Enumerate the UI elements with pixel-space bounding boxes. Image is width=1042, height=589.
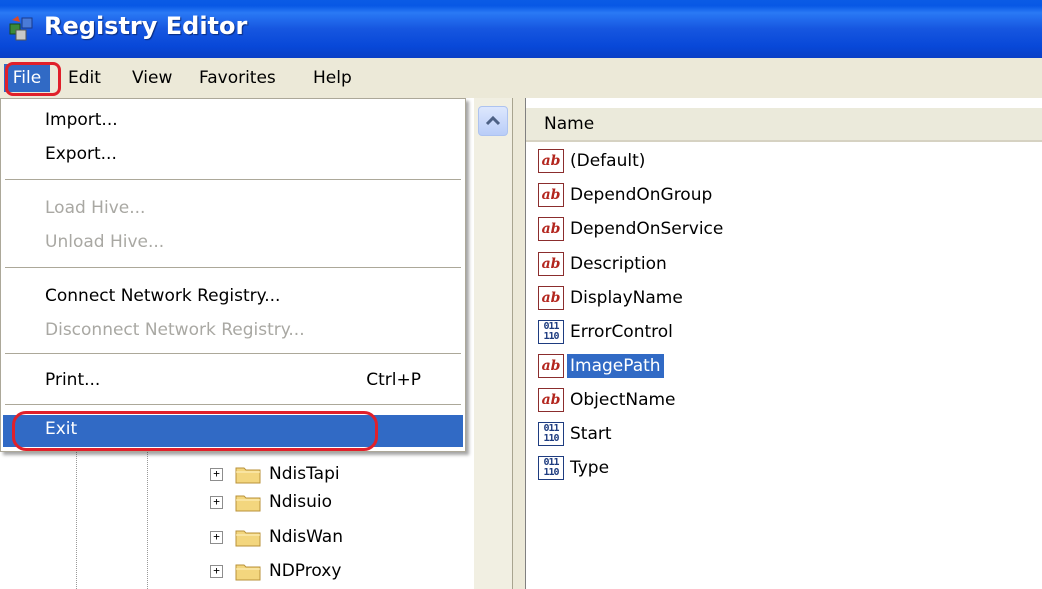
pane-splitter[interactable] <box>512 98 526 589</box>
tree-item-label: NdisWan <box>269 527 344 547</box>
list-item[interactable]: 011 110 Type <box>538 453 612 483</box>
tree-scrollbar[interactable] <box>474 98 512 589</box>
menu-item-export[interactable]: Export... <box>45 139 117 169</box>
menu-item-unload-hive: Unload Hive... <box>45 232 165 252</box>
tree-item-label: NDProxy <box>269 561 342 581</box>
value-name: ErrorControl <box>570 322 673 342</box>
title-bar: Registry Editor <box>0 0 1042 58</box>
file-menu-highlight-ring <box>5 62 61 96</box>
list-item-selected[interactable]: ab ImagePath <box>538 351 664 381</box>
string-value-icon: ab <box>538 183 564 207</box>
tree-item[interactable]: + NdisWan <box>210 523 343 551</box>
binary-value-icon: 011 110 <box>538 320 564 344</box>
value-name: DependOnGroup <box>570 185 713 205</box>
string-value-icon: ab <box>538 388 564 412</box>
menu-item-connect-network-registry[interactable]: Connect Network Registry... <box>45 281 280 311</box>
binary-value-icon: 011 110 <box>538 422 564 446</box>
menu-view[interactable]: View <box>132 67 172 89</box>
string-value-icon: ab <box>538 286 564 310</box>
tree-item[interactable]: + NDProxy <box>210 557 341 585</box>
expand-icon[interactable]: + <box>210 530 223 544</box>
tree-guide-line <box>147 445 148 589</box>
menu-item-load-hive: Load Hive... <box>45 198 146 218</box>
string-value-icon: ab <box>538 252 564 276</box>
exit-highlight-ring <box>12 411 378 451</box>
string-value-icon: ab <box>538 217 564 241</box>
folder-icon <box>235 467 261 484</box>
binary-value-icon: 011 110 <box>538 456 564 480</box>
tree-item-label: Ndisuio <box>269 492 332 512</box>
file-menu-dropdown: Import... Export... Load Hive... Unload … <box>0 98 466 452</box>
menu-separator <box>5 179 461 180</box>
window-title: Registry Editor <box>44 12 248 40</box>
menu-edit[interactable]: Edit <box>68 67 101 89</box>
menu-item-disconnect-network-registry: Disconnect Network Registry... <box>45 320 305 340</box>
tree-item-label: NdisTapi <box>269 464 340 484</box>
expand-icon[interactable]: + <box>210 467 223 481</box>
folder-icon <box>235 495 261 512</box>
value-name: DependOnService <box>570 219 724 239</box>
expand-icon[interactable]: + <box>210 564 223 578</box>
string-value-icon: ab <box>538 149 564 173</box>
value-name: (Default) <box>570 151 646 171</box>
expand-icon[interactable]: + <box>210 495 223 509</box>
column-header-name[interactable]: Name <box>526 108 1042 142</box>
string-value-icon: ab <box>538 354 564 378</box>
value-name: DisplayName <box>570 288 683 308</box>
column-header-label: Name <box>544 114 595 134</box>
list-item[interactable]: ab (Default) <box>538 146 648 176</box>
tree-guide-line <box>76 445 77 589</box>
value-name: Type <box>570 458 610 478</box>
folder-icon <box>235 564 261 581</box>
value-name: ObjectName <box>570 390 676 410</box>
menu-item-print[interactable]: Print... <box>45 365 100 395</box>
menu-item-import[interactable]: Import... <box>45 105 118 135</box>
list-item[interactable]: ab Description <box>538 249 670 279</box>
registry-editor-icon <box>9 16 33 41</box>
value-name: Start <box>570 424 612 444</box>
value-name: Description <box>570 254 667 274</box>
scroll-up-button[interactable] <box>478 106 508 136</box>
tree-item[interactable]: + NdisTapi <box>210 460 340 488</box>
list-item[interactable]: 011 110 Start <box>538 419 615 449</box>
chevron-up-icon <box>485 115 501 126</box>
menu-separator <box>5 404 461 405</box>
menu-bar: File Edit View Favorites Help <box>0 58 1042 98</box>
tree-item[interactable]: + Ndisuio <box>210 488 332 516</box>
menu-separator <box>5 267 461 268</box>
list-item[interactable]: ab ObjectName <box>538 385 679 415</box>
value-name: ImagePath <box>567 354 664 378</box>
print-shortcut: Ctrl+P <box>366 370 421 390</box>
menu-favorites[interactable]: Favorites <box>199 67 276 89</box>
list-item[interactable]: 011 110 ErrorControl <box>538 317 676 347</box>
menu-help[interactable]: Help <box>313 67 352 89</box>
folder-icon <box>235 530 261 547</box>
list-item[interactable]: ab DependOnService <box>538 214 726 244</box>
list-item[interactable]: ab DisplayName <box>538 283 686 313</box>
menu-separator <box>5 353 461 354</box>
list-item[interactable]: ab DependOnGroup <box>538 180 715 210</box>
